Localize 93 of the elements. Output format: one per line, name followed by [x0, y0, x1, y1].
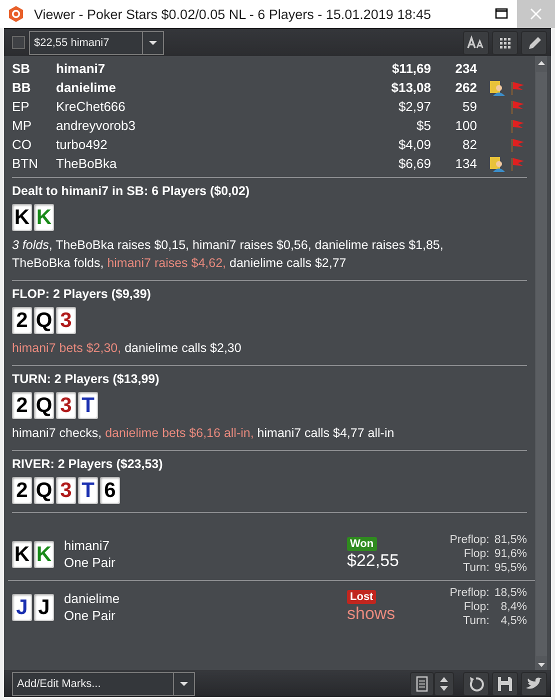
equity-value: 4,5%	[500, 614, 527, 628]
position-label: MP	[12, 118, 32, 133]
hand-count: 82	[462, 137, 477, 152]
playing-card: Q	[34, 307, 54, 334]
edit-button[interactable]	[521, 30, 547, 54]
bird-icon[interactable]	[521, 672, 547, 696]
equity-value: 18,5%	[494, 586, 527, 600]
hand-count: 59	[462, 99, 477, 114]
player-name: TheBoBka	[56, 156, 118, 171]
action-text: danielime raises $1,85,	[314, 238, 444, 252]
action-text: 3 folds,	[12, 238, 52, 252]
player-name: himani7	[56, 61, 106, 76]
player-name: danielime	[64, 590, 121, 607]
note-user-icon[interactable]	[489, 80, 505, 96]
sort-button[interactable]	[434, 672, 454, 696]
street-heading: FLOP: 2 Players ($9,39)	[12, 287, 152, 301]
clipboard-button[interactable]	[410, 672, 434, 696]
position-label: EP	[12, 99, 30, 114]
action-text: himani7 checks,	[12, 426, 102, 440]
stack-amount: $4,09	[397, 137, 431, 152]
playing-card: 3	[56, 477, 76, 504]
playing-card: 2	[12, 392, 32, 419]
result-badge: Won	[347, 537, 377, 551]
app-logo-icon	[8, 6, 24, 22]
action-text: TheBoBka raises $0,15,	[56, 238, 189, 252]
equity-label: Flop:	[462, 547, 490, 561]
playing-card: Q	[34, 477, 54, 504]
equity-label: Flop:	[462, 600, 490, 614]
playing-card: 2	[12, 477, 32, 504]
action-text: himani7 raises $4,62,	[107, 256, 226, 270]
playing-card: T	[78, 392, 98, 419]
hand-count: 134	[454, 156, 477, 171]
player-name: andreyvorob3	[56, 118, 136, 133]
street-heading: RIVER: 2 Players ($23,53)	[12, 457, 164, 471]
stack-amount: $6,69	[397, 156, 431, 171]
grid-button[interactable]	[492, 30, 518, 54]
stack-amount: $5	[416, 118, 431, 133]
action-text: himani7 raises $0,56,	[192, 238, 312, 252]
equity-label: Preflop:	[450, 533, 490, 547]
checkbox[interactable]	[12, 36, 25, 49]
position-label: BB	[12, 80, 32, 95]
marks-dropdown[interactable]: Add/Edit Marks...	[12, 672, 195, 696]
action-text: himani7 bets $2,30,	[12, 341, 122, 355]
hand-rank: One Pair	[64, 607, 116, 624]
equity-value: 8,4%	[500, 600, 527, 614]
playing-card: 2	[12, 307, 32, 334]
action-text: TheBoBka folds,	[12, 256, 104, 270]
player-name: danielime	[56, 80, 117, 95]
hand-count: 262	[454, 80, 477, 95]
position-label: BTN	[12, 156, 39, 171]
result-amount: shows	[347, 604, 396, 624]
hand-count: 234	[454, 61, 477, 76]
hand-count: 100	[454, 118, 477, 133]
action-text: himani7 calls $4,77 all-in	[257, 426, 394, 440]
hand-dropdown[interactable]: $22,55 himani7	[29, 30, 164, 54]
playing-card: 3	[56, 307, 76, 334]
playing-card: 6	[100, 477, 120, 504]
playing-card: 3	[56, 392, 76, 419]
street-heading: Dealt to himani7 in SB: 6 Players ($0,02)	[12, 184, 251, 198]
playing-card: J	[12, 594, 32, 620]
playing-card: K	[34, 540, 54, 568]
stack-amount: $13,08	[390, 80, 431, 95]
player-name: KreChet666	[56, 99, 126, 114]
hand-rank: One Pair	[64, 554, 116, 571]
playing-card: K	[34, 204, 54, 231]
action-text: danielime bets $6,16 all-in,	[105, 426, 254, 440]
equity-value: 95,5%	[494, 561, 527, 575]
stack-amount: $2,97	[397, 99, 431, 114]
playing-card: K	[12, 540, 32, 568]
playing-card: Q	[34, 392, 54, 419]
replay-button[interactable]	[463, 672, 489, 696]
player-name: turbo492	[56, 137, 108, 152]
equity-value: 91,6%	[494, 547, 527, 561]
action-text: danielime calls $2,30	[124, 341, 242, 355]
playing-card: J	[34, 594, 54, 620]
position-label: SB	[12, 61, 32, 76]
equity-label: Turn:	[462, 614, 490, 628]
result-amount: $22,55	[347, 551, 400, 571]
note-user-icon[interactable]	[489, 156, 505, 172]
street-heading: TURN: 2 Players ($13,99)	[12, 372, 160, 386]
player-name: himani7	[64, 537, 111, 554]
equity-label: Preflop:	[450, 586, 490, 600]
window-title: Viewer - Poker Stars $0.02/0.05 NL - 6 Players - 15.01.2019 18:45	[34, 6, 432, 22]
save-button[interactable]	[492, 672, 518, 696]
font-size-button[interactable]	[463, 30, 489, 54]
stack-amount: $11,69	[390, 61, 431, 76]
playing-card: K	[12, 204, 32, 231]
equity-label: Turn:	[462, 561, 490, 575]
action-text: danielime calls $2,77	[230, 256, 346, 270]
result-badge: Lost	[347, 590, 376, 604]
equity-value: 81,5%	[494, 533, 527, 547]
position-label: CO	[12, 137, 32, 152]
playing-card: T	[78, 477, 98, 504]
